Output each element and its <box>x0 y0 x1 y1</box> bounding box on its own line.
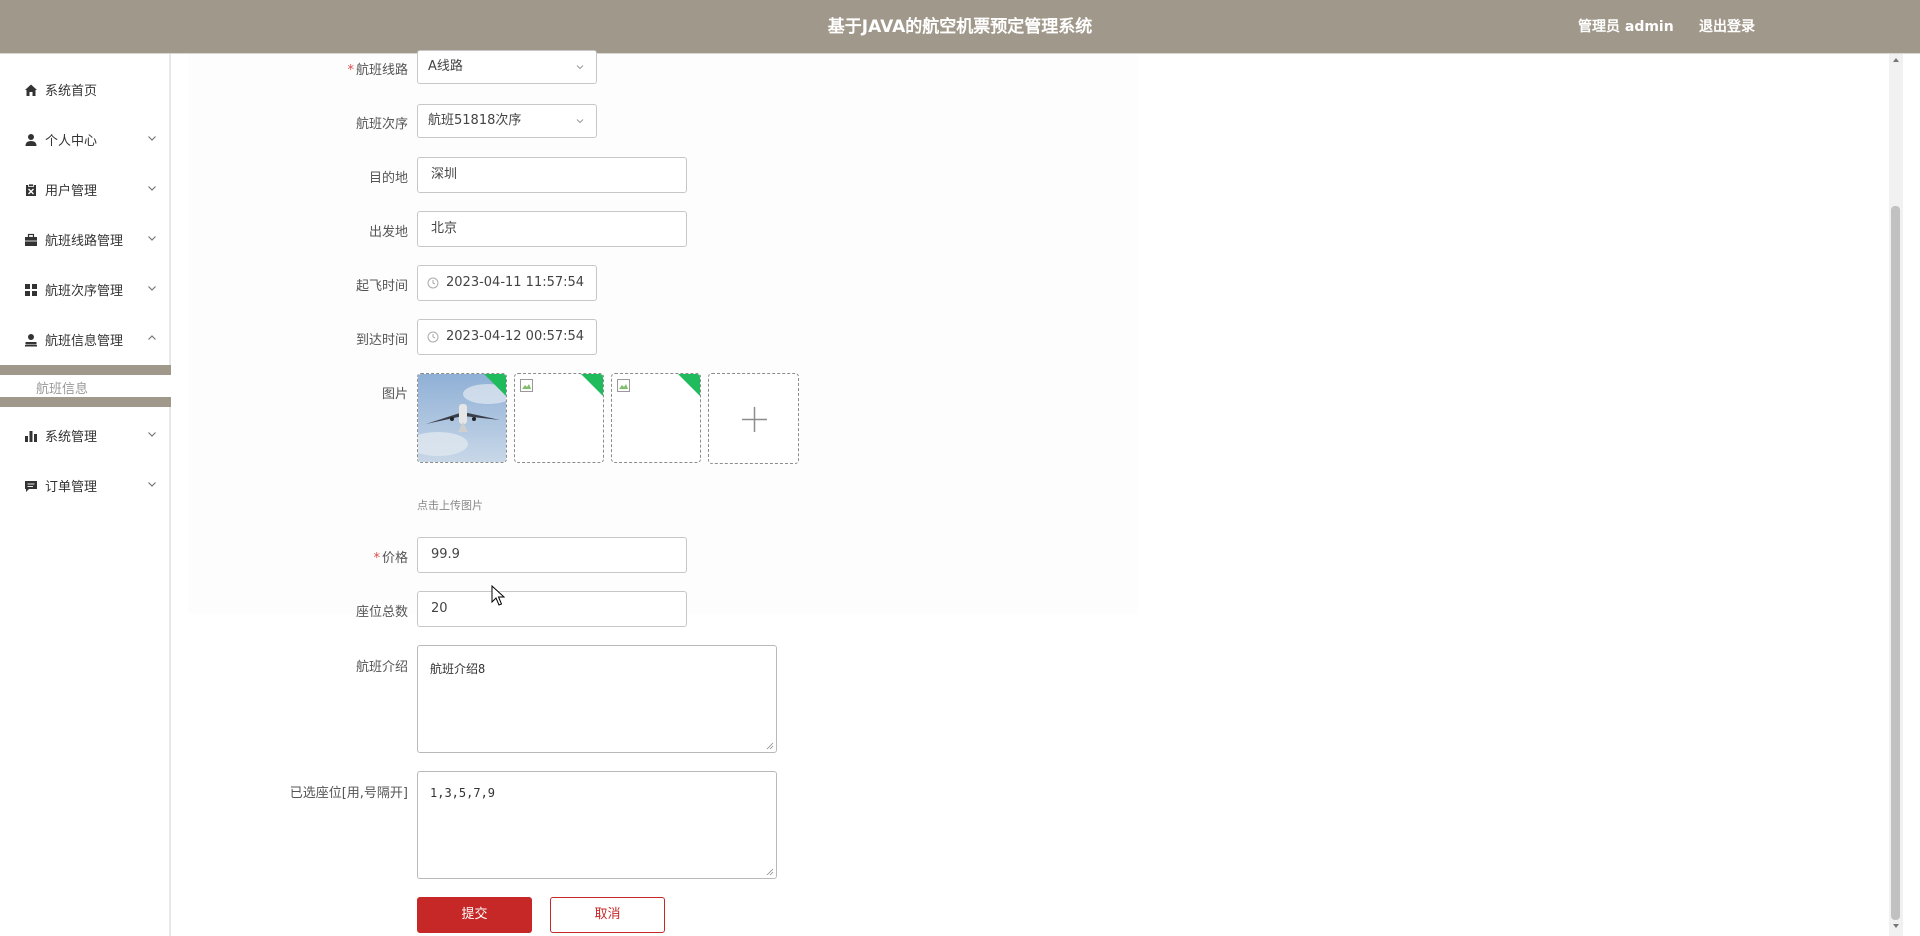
grid-icon <box>25 284 37 296</box>
uploaded-badge <box>677 374 700 397</box>
upload-image-button[interactable] <box>708 373 799 464</box>
sequence-select[interactable]: 航班51818次序 <box>417 104 597 138</box>
sidebar-item-label: 航班信息管理 <box>45 333 124 349</box>
depart-time-picker[interactable]: 2023-04-11 11:57:54 <box>417 265 597 301</box>
home-icon <box>25 84 37 96</box>
scroll-down-arrow-icon[interactable] <box>1892 922 1900 930</box>
person-icon <box>25 334 37 347</box>
image-thumbnail-broken-1[interactable] <box>514 373 604 463</box>
cancel-button[interactable]: 取消 <box>550 897 665 933</box>
chevron-down-icon <box>148 482 156 487</box>
sequence-label: 航班次序 <box>355 117 408 132</box>
chevron-down-icon <box>148 432 156 437</box>
sidebar-item-label: 航班线路管理 <box>45 233 124 249</box>
image-thumbnail-airplane[interactable] <box>417 373 507 463</box>
chevron-down-icon <box>576 119 584 124</box>
sidebar-item-order-management[interactable]: 订单管理 <box>0 460 171 510</box>
chevron-up-icon <box>148 335 156 340</box>
intro-label: 航班介绍 <box>355 660 408 675</box>
sidebar-subitem-flight-info[interactable]: 航班信息 <box>0 375 171 397</box>
price-label: * 价格 <box>373 551 408 566</box>
current-user: 管理员 admin <box>1578 19 1674 35</box>
chevron-down-icon <box>148 186 156 191</box>
price-input[interactable]: 99.9 <box>417 537 687 573</box>
route-select[interactable]: A线路 <box>417 50 597 84</box>
intro-textarea[interactable]: 航班介绍8 <box>417 645 777 753</box>
seats-label: 座位总数 <box>355 605 408 620</box>
arrive-time-label: 到达时间 <box>355 333 408 348</box>
route-label: * 航班线路 <box>347 63 408 78</box>
selected-seats-label: 已选座位[用,号隔开] <box>289 786 408 801</box>
sidebar-item-route-management[interactable]: 航班线路管理 <box>0 214 171 264</box>
briefcase-icon <box>25 233 37 246</box>
sidebar-item-label: 系统首页 <box>45 83 98 99</box>
chevron-down-icon <box>148 236 156 241</box>
upload-hint: 点击上传图片 <box>417 499 483 512</box>
images-label: 图片 <box>381 387 408 402</box>
plus-icon <box>742 407 767 432</box>
sidebar-item-label: 系统管理 <box>45 429 98 445</box>
sidebar-item-flight-info-management[interactable]: 航班信息管理 <box>0 314 171 364</box>
sidebar-item-personal-center[interactable]: 个人中心 <box>0 114 171 164</box>
sidebar-item-label: 订单管理 <box>45 479 98 495</box>
sidebar-item-label: 航班次序管理 <box>45 283 124 299</box>
sidebar-item-label: 用户管理 <box>45 183 98 199</box>
sidebar-item-label: 个人中心 <box>45 133 98 149</box>
clock-icon <box>427 331 439 343</box>
top-navbar: 基于JAVA的航空机票预定管理系统 管理员 admin 退出登录 <box>0 0 1920 54</box>
scrollbar-thumb[interactable] <box>1891 206 1900 920</box>
clipboard-icon <box>26 183 36 196</box>
resize-handle-icon[interactable] <box>766 868 774 876</box>
selected-seats-textarea[interactable]: 1,3,5,7,9 <box>417 771 777 879</box>
arrive-time-picker[interactable]: 2023-04-12 00:57:54 <box>417 319 597 355</box>
chevron-down-icon <box>148 136 156 141</box>
depart-time-label: 起飞时间 <box>355 279 408 294</box>
submenu-divider-bottom <box>0 397 171 407</box>
sidebar-item-user-management[interactable]: 用户管理 <box>0 164 171 214</box>
chevron-down-icon <box>148 286 156 291</box>
uploaded-badge <box>483 374 506 397</box>
destination-label: 目的地 <box>368 171 408 186</box>
mouse-cursor-icon <box>491 585 505 606</box>
bar-chart-icon <box>25 431 37 442</box>
seats-input[interactable]: 20 <box>417 591 687 627</box>
uploaded-badge <box>580 374 603 397</box>
sidebar-item-sequence-management[interactable]: 航班次序管理 <box>0 264 171 314</box>
resize-handle-icon[interactable] <box>766 742 774 750</box>
image-thumbnail-broken-2[interactable] <box>611 373 701 463</box>
chevron-down-icon <box>576 65 584 70</box>
origin-input[interactable]: 北京 <box>417 211 687 247</box>
sidebar-item-home[interactable]: 系统首页 <box>0 64 171 114</box>
scroll-up-arrow-icon[interactable] <box>1892 56 1900 64</box>
clock-icon <box>427 277 439 289</box>
logout-link[interactable]: 退出登录 <box>1699 0 1755 54</box>
user-icon <box>25 134 37 146</box>
broken-image-icon <box>520 379 533 392</box>
origin-label: 出发地 <box>368 225 408 240</box>
destination-input[interactable]: 深圳 <box>417 157 687 193</box>
submit-button[interactable]: 提交 <box>417 897 532 933</box>
sidebar-item-system-management[interactable]: 系统管理 <box>0 410 171 460</box>
message-icon <box>25 481 37 492</box>
sidebar: 系统首页 个人中心 用户管理 航班线路管理 航班次序管理 航班信息管理 航班信息… <box>0 54 171 936</box>
broken-image-icon <box>617 379 630 392</box>
sidebar-subitem-label: 航班信息 <box>36 382 89 397</box>
submenu-divider-top <box>0 365 171 375</box>
